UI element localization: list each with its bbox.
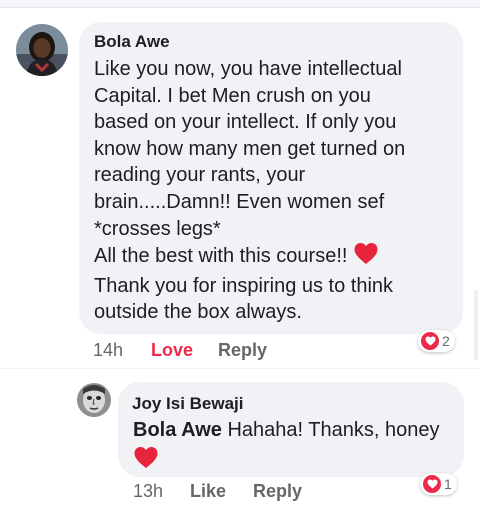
comment-line: brain.....Damn!! Even women sef [94,190,385,213]
reply-text: Bola Awe Hahaha! Thanks, honey [133,416,440,477]
reply-button[interactable]: Reply [253,481,302,502]
top-divider [0,0,480,8]
comment-author[interactable]: Bola Awe [94,32,170,52]
heart-icon [421,332,439,350]
comment-line: outside the box always. [94,301,302,324]
profile-photo-sketch-icon [77,383,111,417]
heart-icon [423,475,441,493]
thread-indicator [474,290,478,360]
reply-timestamp[interactable]: 13h [133,481,163,502]
comment-line-with-emoji: All the best with this course!! [94,242,405,273]
heart-emoji-icon [353,242,379,273]
reaction-count: 1 [444,476,452,492]
comment-text: Like you now, you have intellectual Capi… [94,56,405,326]
comment-line: know how many men get turned on [94,137,406,160]
reply-button[interactable]: Reply [218,340,267,361]
comment-line: All the best with this course!! [94,245,348,268]
reply-divider [0,368,480,369]
avatar-bola-awe[interactable] [16,24,68,76]
comment-line: Capital. I bet Men crush on you [94,84,371,107]
comment-timestamp[interactable]: 14h [93,340,123,361]
reply-reaction-summary[interactable]: 1 [420,473,457,495]
comment-line: based on your intellect. If only you [94,111,397,134]
profile-photo-woman-icon [16,24,68,76]
reply-bubble: Joy Isi Bewaji Bola Awe Hahaha! Thanks, … [118,382,464,477]
reply-line: Bola Awe Hahaha! Thanks, honey [133,416,440,444]
comment-line: *crosses legs* [94,217,221,240]
love-button[interactable]: Love [151,340,193,361]
reaction-summary[interactable]: 2 [418,330,455,352]
reply-author[interactable]: Joy Isi Bewaji [132,394,244,414]
reply-message: Hahaha! Thanks, honey [227,419,440,441]
comment-bubble: Bola Awe Like you now, you have intellec… [79,22,463,334]
mention-link[interactable]: Bola Awe [133,419,222,441]
heart-emoji-icon [133,446,440,477]
comment-line: Thank you for inspiring us to think [94,274,394,297]
avatar-joy-isi-bewaji[interactable] [77,383,111,417]
like-button[interactable]: Like [190,481,226,502]
comment-line: Like you now, you have intellectual [94,58,402,80]
comment-line: reading your rants, your [94,164,306,187]
reaction-count: 2 [442,333,450,349]
